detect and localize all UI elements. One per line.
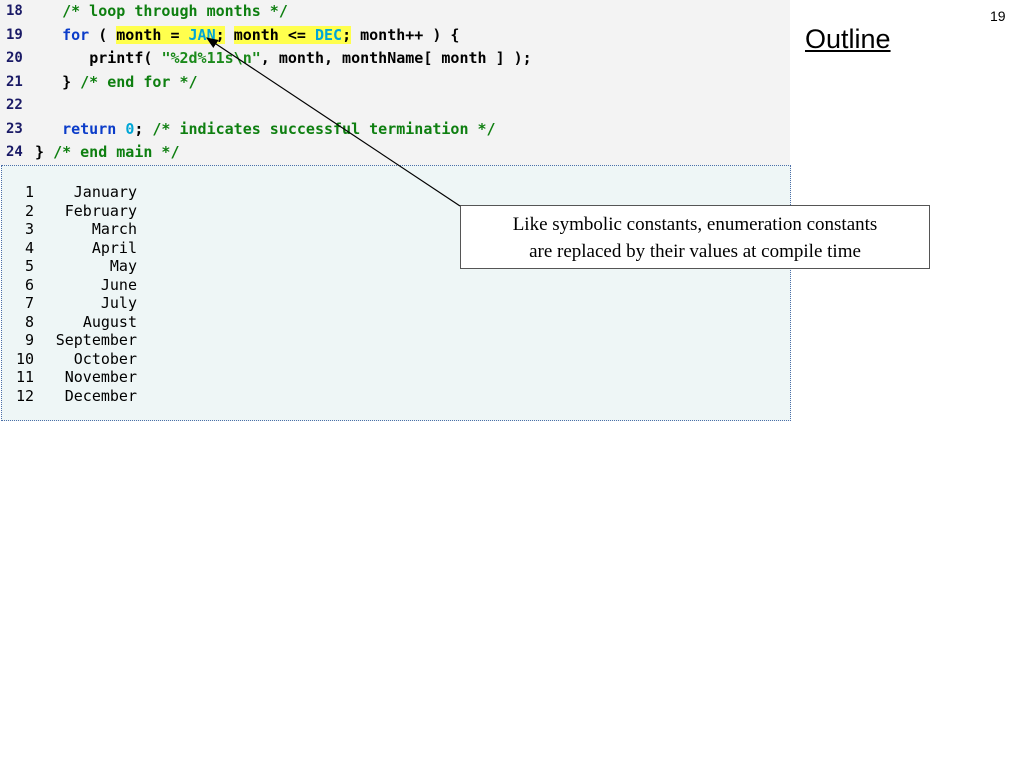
month-number: 4	[24, 238, 34, 257]
output-row: 7 July	[2, 294, 152, 312]
month-number: 12	[15, 386, 34, 405]
code-token: printf(	[89, 49, 162, 67]
month-number: 7	[24, 294, 34, 312]
code-token: month++ ) {	[351, 25, 460, 44]
month-name: October	[73, 349, 137, 368]
callout-note: Like symbolic constants, enumeration con…	[460, 205, 930, 269]
month-number: 1	[24, 183, 34, 201]
code-listing: 18 /* loop through months */ 19 for ( mon…	[0, 0, 790, 165]
month-number: 2	[24, 201, 34, 220]
code-token: , month, monthName[ month ] );	[260, 49, 532, 67]
month-name: March	[91, 220, 137, 238]
month-number: 8	[24, 312, 34, 331]
code-text: /* loop through months */	[35, 0, 288, 23]
callout-line-2: are replaced by their values at compile …	[529, 241, 861, 262]
code-token: month =	[116, 25, 189, 44]
code-token: ;	[134, 119, 153, 138]
month-number: 9	[24, 331, 34, 349]
outline-link[interactable]: Outline	[805, 24, 891, 55]
code-token: "%2d%11s\n"	[161, 49, 261, 67]
month-number: 3	[24, 220, 34, 238]
month-name: November	[64, 368, 137, 386]
code-token: ;	[342, 25, 352, 44]
line-number: 18	[6, 3, 23, 19]
line-number: 21	[6, 73, 23, 90]
code-token: 0	[125, 119, 135, 138]
month-name: January	[73, 183, 137, 201]
code-token: /* loop through months */	[62, 2, 288, 20]
code-token: for	[62, 25, 90, 44]
month-number: 10	[15, 349, 34, 368]
output-row: 5 May	[2, 257, 152, 275]
code-token: /* end main */	[53, 143, 180, 161]
code-text: printf( "%2d%11s\n", month, monthName[ m…	[35, 47, 532, 70]
code-text: return 0; /* indicates successful termin…	[35, 118, 496, 141]
line-number: 19	[6, 26, 23, 43]
output-row: 6 June	[2, 276, 152, 294]
month-name: May	[109, 257, 137, 275]
slide-number: 19	[990, 8, 1006, 24]
output-row: 11 November	[2, 368, 152, 386]
code-text: } /* end for */	[35, 71, 198, 94]
month-name: September	[55, 331, 137, 349]
line-number: 23	[6, 120, 23, 137]
month-number: 11	[15, 368, 34, 386]
output-row: 8 August	[2, 313, 152, 331]
month-name: February	[64, 201, 137, 220]
month-number: 6	[24, 275, 34, 294]
month-name: December	[64, 386, 137, 405]
month-number: 5	[24, 257, 34, 275]
code-token: }	[35, 143, 54, 161]
code-text: } /* end main */	[35, 141, 180, 164]
month-name: April	[91, 238, 137, 257]
output-row: 4 April	[2, 239, 152, 257]
code-token: ;	[215, 25, 225, 44]
code-token: return	[62, 119, 117, 138]
month-name: July	[100, 294, 137, 312]
code-token: JAN	[188, 25, 216, 44]
code-token: }	[62, 72, 81, 91]
code-text: for ( month = JAN; month <= DEC; month++…	[35, 24, 459, 47]
line-number: 20	[6, 50, 23, 66]
month-name: June	[100, 275, 137, 294]
output-row: 10 October	[2, 350, 152, 368]
callout-line-1: Like symbolic constants, enumeration con…	[512, 214, 878, 235]
program-output: 1 January 2 February 3 March 4 April 5 May 6 June 7 J…	[1, 165, 791, 421]
output-row: 9 September	[2, 331, 152, 349]
code-token: DEC	[314, 25, 343, 44]
code-token: (	[89, 25, 117, 44]
month-name: August	[82, 312, 137, 331]
output-row: 3 March	[2, 220, 152, 238]
output-row: 2 February	[2, 202, 152, 220]
code-token: month <=	[233, 25, 315, 44]
output-row: 1 January	[2, 183, 152, 201]
code-token: /* indicates successful termination */	[152, 119, 496, 138]
line-number: 24	[6, 144, 23, 160]
output-row: 12 December	[2, 387, 152, 405]
line-number: 22	[6, 97, 23, 113]
code-token: /* end for */	[80, 72, 198, 91]
